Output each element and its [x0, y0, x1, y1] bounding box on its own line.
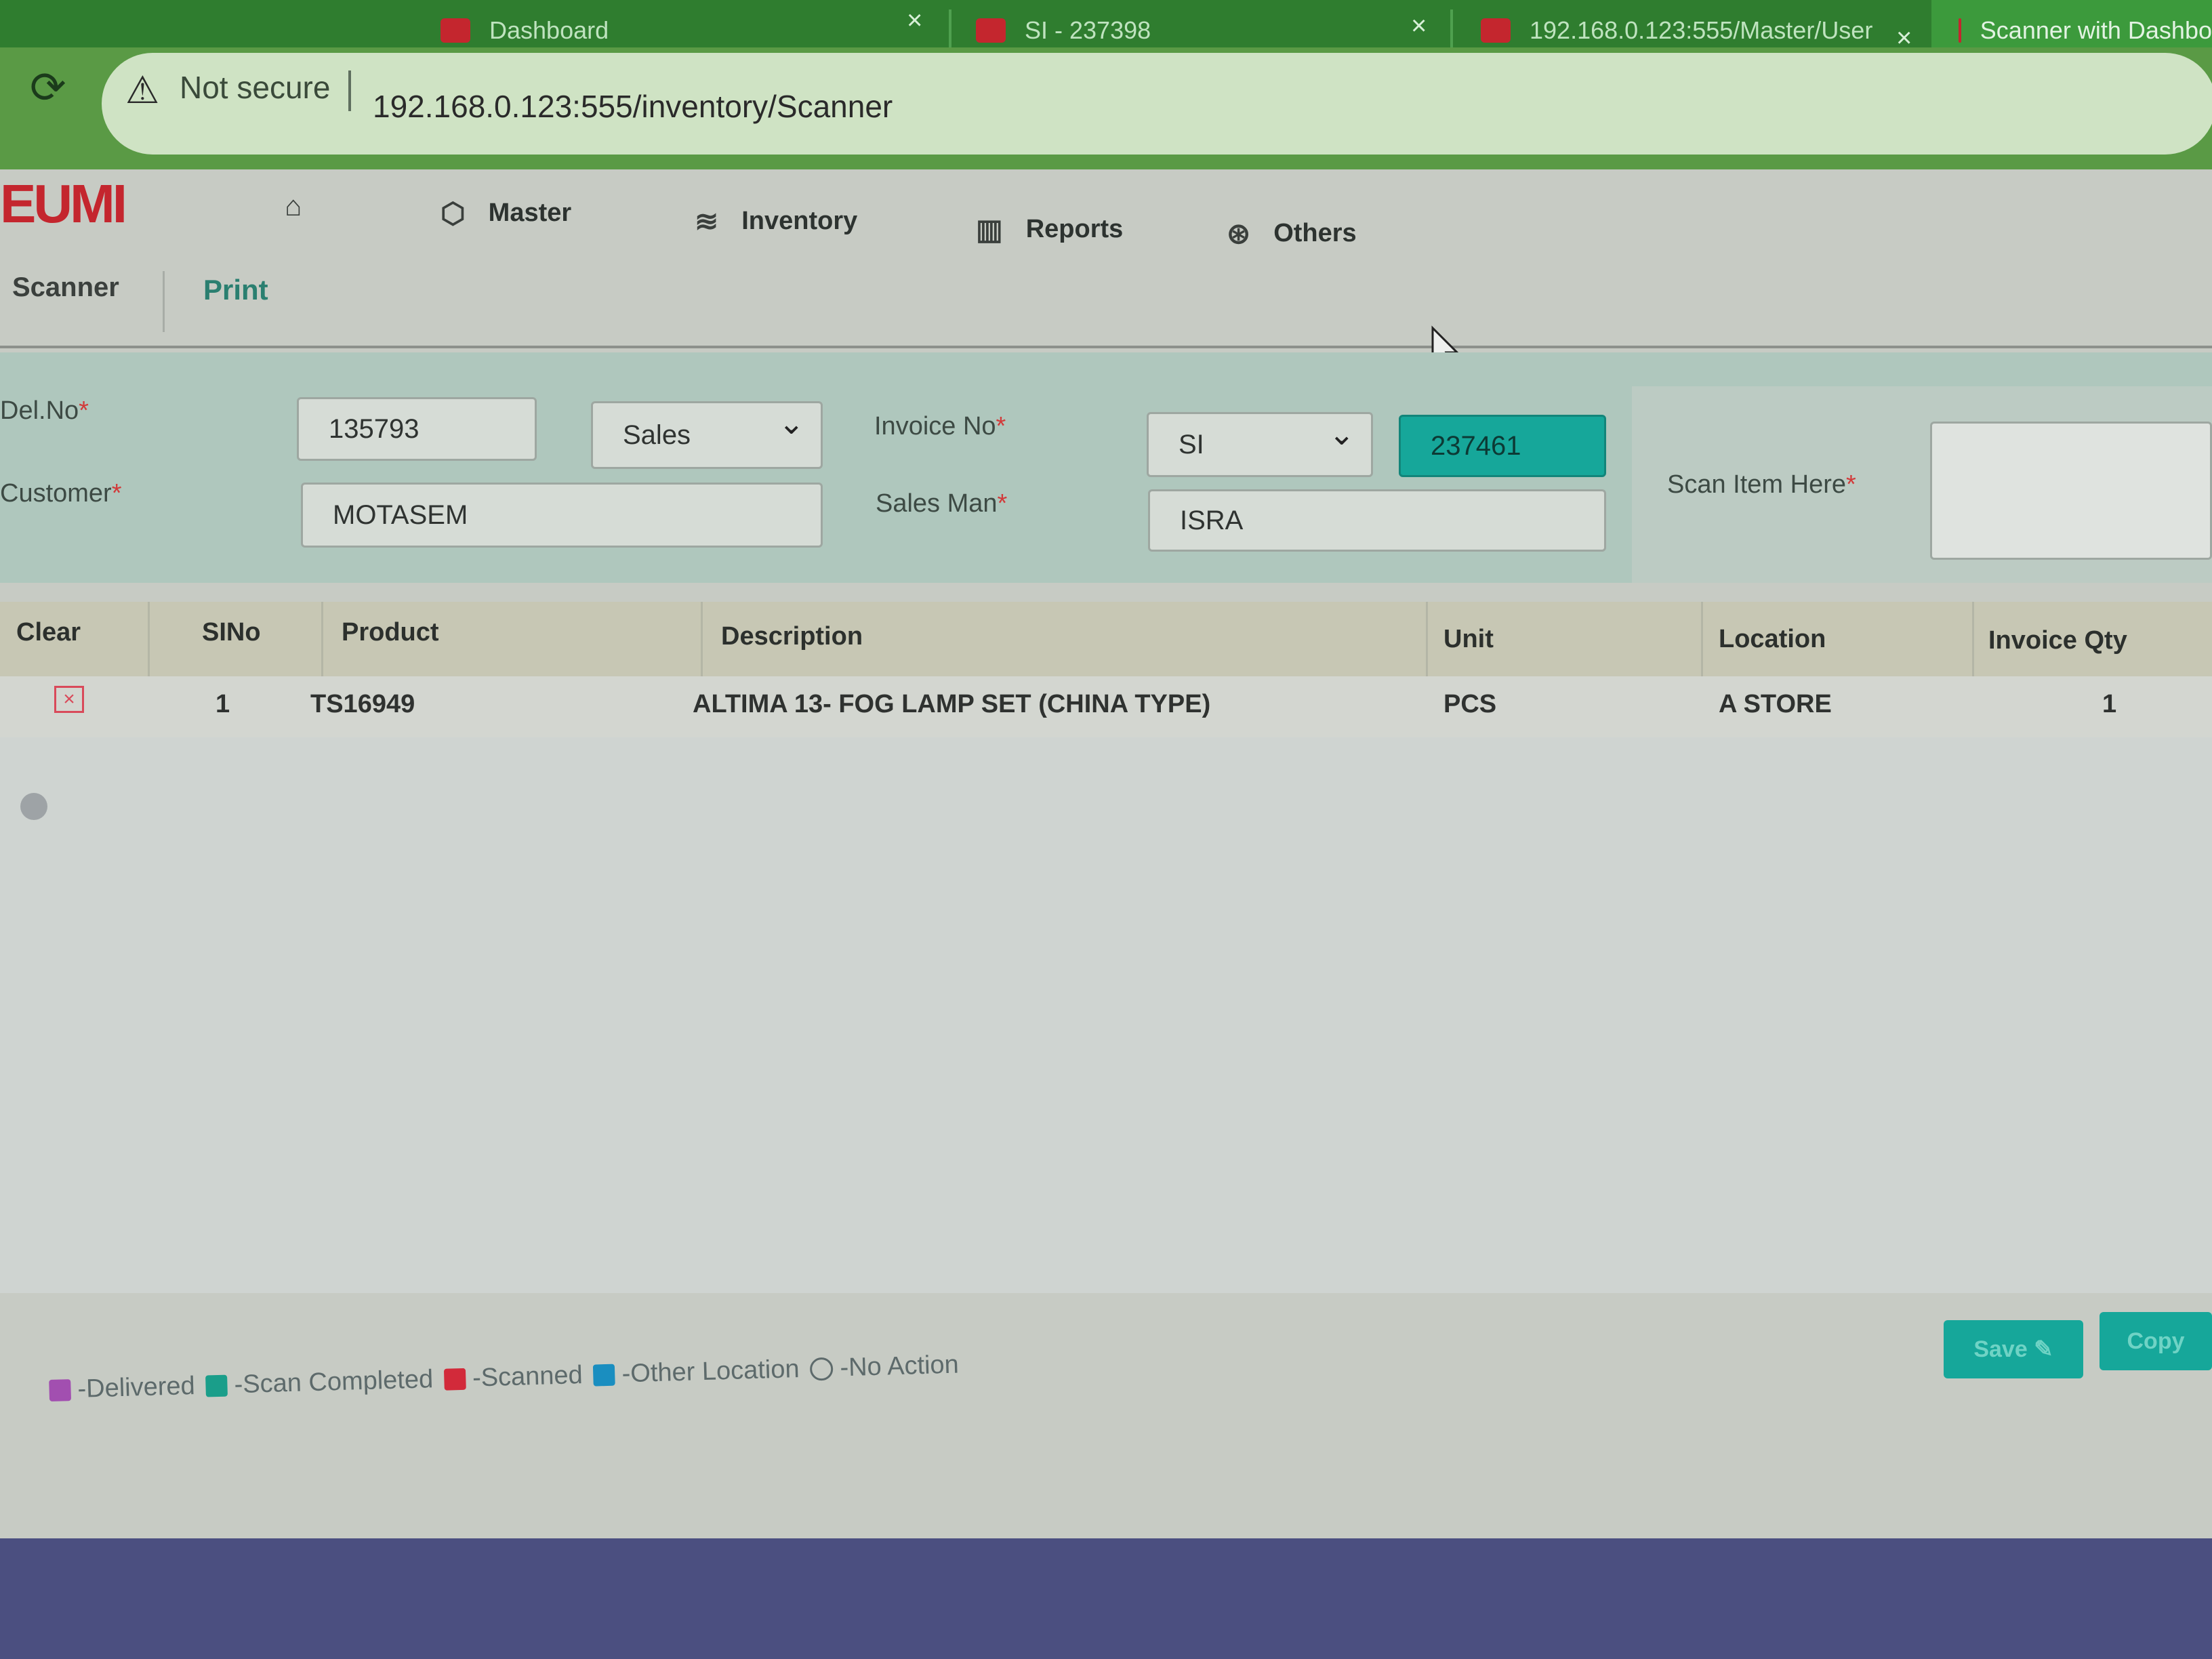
col-header-unit: Unit: [1443, 625, 1494, 653]
nav-reports[interactable]: ▥ Reports: [976, 213, 1123, 246]
tab-title: SI - 237398: [1025, 16, 1151, 44]
nav-home[interactable]: ⌂: [285, 190, 325, 222]
nav-label: Inventory: [741, 207, 858, 235]
aperture-icon: ⊛: [1227, 218, 1251, 249]
legend-delivered: -Delivered: [49, 1372, 195, 1405]
legend-no-action: -No Action: [810, 1351, 959, 1384]
invoice-no-label: Invoice No*: [874, 412, 1006, 441]
cell-invoice-qty: 1: [2102, 690, 2117, 718]
app-favicon-icon: [1959, 18, 1961, 43]
column-separator: [701, 602, 703, 676]
tab-title: Dashboard: [489, 16, 609, 44]
column-separator: [148, 602, 150, 676]
cell-unit: PCS: [1443, 690, 1497, 718]
home-icon: ⌂: [285, 190, 302, 222]
layers-icon: ≋: [695, 205, 719, 237]
table-header: [0, 602, 2212, 676]
subtab-scanner[interactable]: Scanner: [12, 272, 119, 303]
col-header-invoice-qty: Invoice Qty: [1988, 626, 2127, 655]
reload-icon[interactable]: ⟳: [30, 62, 66, 113]
tab-title: 192.168.0.123:555/Master/User: [1530, 16, 1873, 44]
del-no-label: Del.No*: [0, 396, 89, 425]
copy-button[interactable]: Copy: [2100, 1312, 2212, 1370]
clear-row-icon[interactable]: ×: [54, 686, 84, 713]
loading-spinner-icon: [20, 793, 47, 820]
customer-label: Customer*: [0, 479, 122, 508]
sales-man-input[interactable]: ISRA: [1148, 489, 1606, 552]
tab-close-icon[interactable]: ×: [1411, 11, 1427, 41]
tab-separator: [949, 9, 951, 52]
column-separator: [1972, 602, 1974, 676]
invoice-prefix-select[interactable]: SI: [1147, 412, 1373, 477]
tab-title: Scanner with Dashbo: [1980, 16, 2212, 44]
type-select[interactable]: Sales: [591, 401, 823, 469]
col-header-sino: SINo: [202, 618, 261, 647]
no-action-swatch-icon: [810, 1357, 834, 1381]
nav-label: Reports: [1025, 215, 1124, 243]
scan-item-label: Scan Item Here*: [1667, 470, 1856, 499]
warning-icon[interactable]: ⚠: [125, 68, 159, 112]
other-location-swatch-icon: [593, 1364, 616, 1387]
col-header-clear: Clear: [16, 618, 81, 647]
col-header-description: Description: [721, 622, 863, 651]
nav-others[interactable]: ⊛ Others: [1227, 217, 1357, 250]
column-separator: [1701, 602, 1703, 676]
customer-input[interactable]: MOTASEM: [301, 483, 823, 548]
column-separator: [1426, 602, 1428, 676]
scanned-swatch-icon: [443, 1368, 466, 1391]
save-button[interactable]: Save ✎: [1944, 1320, 2083, 1378]
subtab-print[interactable]: Print: [203, 274, 268, 306]
app-favicon-icon: [1481, 18, 1511, 43]
nav-label: Master: [488, 199, 572, 227]
column-separator: [321, 602, 323, 676]
subtab-divider: [163, 271, 165, 332]
subtab-underline: [0, 346, 2212, 348]
sales-man-label: Sales Man*: [876, 489, 1008, 518]
cell-sino: 1: [216, 690, 230, 718]
delivered-swatch-icon: [49, 1378, 72, 1401]
url-text[interactable]: 192.168.0.123:555/inventory/Scanner: [373, 88, 893, 125]
tab-close-icon[interactable]: ×: [907, 5, 922, 36]
cell-product: TS16949: [310, 690, 415, 718]
col-header-location: Location: [1719, 625, 1826, 653]
table-body: [0, 737, 2212, 1293]
app-favicon-icon: [976, 18, 1006, 43]
nav-label: Others: [1273, 219, 1357, 247]
cell-location: A STORE: [1719, 690, 1832, 718]
del-no-input[interactable]: 135793: [297, 397, 537, 461]
legend-scanned: -Scanned: [443, 1361, 583, 1394]
bar-chart-icon: ▥: [976, 213, 1003, 245]
col-header-product: Product: [342, 618, 439, 647]
nav-inventory[interactable]: ≋ Inventory: [695, 205, 857, 238]
nav-master[interactable]: ⬡ Master: [441, 197, 571, 230]
scan-completed-swatch-icon: [205, 1374, 228, 1397]
security-status[interactable]: Not secure: [180, 69, 330, 106]
app-logo[interactable]: EUMI: [0, 173, 127, 235]
app-favicon-icon: [441, 18, 470, 43]
invoice-number-field[interactable]: 237461: [1399, 415, 1606, 477]
cube-icon: ⬡: [441, 197, 466, 229]
address-separator: [348, 70, 351, 111]
tab-separator: [1450, 9, 1453, 52]
cell-description: ALTIMA 13- FOG LAMP SET (CHINA TYPE): [693, 690, 1211, 718]
scan-item-input[interactable]: [1930, 422, 2212, 560]
legend-other-location: -Other Location: [593, 1355, 800, 1389]
